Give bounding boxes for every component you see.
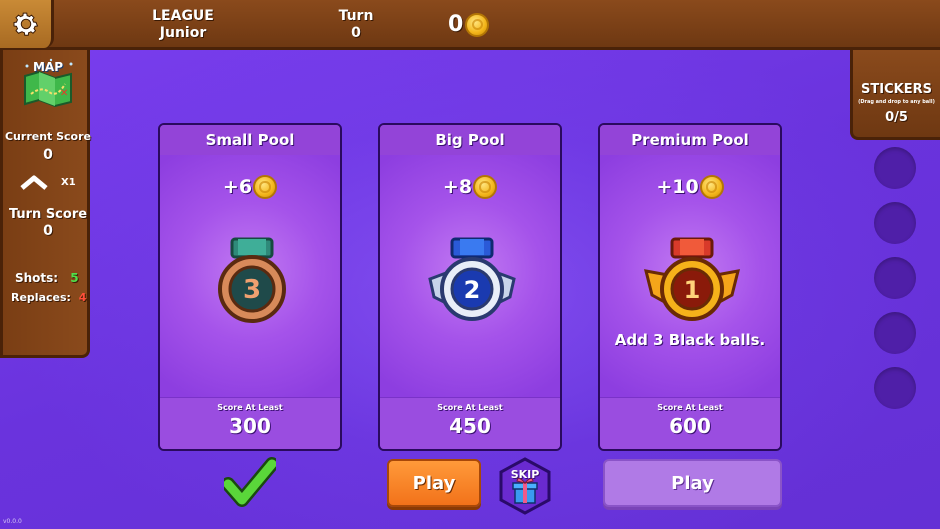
coin-icon xyxy=(465,12,490,37)
replaces-value: 4 xyxy=(78,291,87,304)
shots-label: Shots: xyxy=(15,271,59,285)
map-button[interactable]: ✕ MAP xyxy=(21,58,75,108)
bronze-medal-icon: 3 xyxy=(218,237,286,323)
shots-row: Shots: 5 xyxy=(15,271,79,285)
turn-info: Turn 0 xyxy=(326,8,386,42)
medal-rank: 1 xyxy=(684,276,701,304)
current-score-value: 0 xyxy=(43,147,53,163)
pool-card-premium[interactable]: Premium Pool +10 1 Add 3 Black balls. Sc… xyxy=(598,123,782,451)
replaces-row: Replaces: 4 xyxy=(11,291,86,304)
settings-button[interactable] xyxy=(0,0,54,48)
play-big-pool-button[interactable]: Play xyxy=(387,459,481,507)
sticker-slot[interactable] xyxy=(874,257,916,299)
gold-medal-icon: 1 xyxy=(643,237,741,321)
skip-button[interactable]: SKIP xyxy=(498,457,552,515)
pool-card-big[interactable]: Big Pool +8 2 Score At Least 450 xyxy=(378,123,562,451)
sticker-slot[interactable] xyxy=(874,367,916,409)
medal-rank: 3 xyxy=(243,275,261,305)
coin-icon xyxy=(699,175,724,199)
pool-reward: +6 xyxy=(160,175,340,199)
pool-card-small[interactable]: Small Pool +6 3 Score At Least 300 xyxy=(158,123,342,451)
sticker-slot[interactable] xyxy=(874,312,916,354)
pool-reward: +8 xyxy=(380,175,560,199)
multiplier: X1 xyxy=(19,174,79,192)
score-value: 450 xyxy=(449,414,491,438)
league-value: Junior xyxy=(159,25,207,41)
pool-requirement: Score At Least 300 xyxy=(160,397,340,449)
map-label: MAP xyxy=(32,60,64,74)
score-label: Score At Least xyxy=(217,403,283,412)
turn-value: 0 xyxy=(351,25,361,41)
pool-description: Add 3 Black balls. xyxy=(614,331,766,349)
stickers-panel: STICKERS (Drag and drop to any ball) 0/5 xyxy=(850,50,940,140)
stickers-count: 0/5 xyxy=(885,110,908,125)
score-value: 600 xyxy=(669,414,711,438)
stickers-title: STICKERS xyxy=(861,82,932,97)
turn-label: Turn xyxy=(338,8,374,24)
reward-amount: +6 xyxy=(222,176,253,198)
version-label: v0.0.0 xyxy=(3,518,22,525)
coin-icon xyxy=(473,175,498,199)
turn-score-value: 0 xyxy=(43,223,53,239)
gear-icon xyxy=(13,12,38,36)
sticker-slot[interactable] xyxy=(874,202,916,244)
skip-label: SKIP xyxy=(510,468,540,481)
chevron-up-icon xyxy=(20,175,48,190)
score-value: 300 xyxy=(229,414,271,438)
medal-rank: 2 xyxy=(464,276,481,304)
turn-score-label: Turn Score xyxy=(8,207,88,222)
league-info: LEAGUE Junior xyxy=(148,8,218,42)
score-panel: ✕ MAP Current Score 0 X1 Turn Score 0 Sh… xyxy=(0,50,92,358)
pool-title: Small Pool xyxy=(160,125,340,155)
skip-badge xyxy=(499,457,551,515)
top-bar: LEAGUE Junior Turn 0 0 xyxy=(0,0,940,50)
score-label: Score At Least xyxy=(657,403,723,412)
score-label: Score At Least xyxy=(437,403,503,412)
sticker-slot[interactable] xyxy=(874,147,916,189)
coin-count: 0 xyxy=(448,12,464,37)
pool-requirement: Score At Least 450 xyxy=(380,397,560,449)
silver-medal-icon: 2 xyxy=(428,237,516,321)
reward-amount: +8 xyxy=(442,176,473,198)
current-score-label: Current Score xyxy=(4,130,92,143)
pool-reward: +10 xyxy=(600,175,780,199)
svg-text:✕: ✕ xyxy=(60,88,68,99)
stickers-hint: (Drag and drop to any ball) xyxy=(858,99,935,105)
shots-value: 5 xyxy=(70,271,79,285)
coin-counter: 0 xyxy=(448,12,490,37)
play-premium-pool-button[interactable]: Play xyxy=(603,459,782,507)
pool-title: Premium Pool xyxy=(600,125,780,155)
checkmark-icon xyxy=(224,457,276,507)
pool-requirement: Score At Least 600 xyxy=(600,397,780,449)
league-label: LEAGUE xyxy=(152,8,214,24)
pool-title: Big Pool xyxy=(380,125,560,155)
reward-amount: +10 xyxy=(656,176,699,198)
multiplier-value: X1 xyxy=(61,177,76,188)
replaces-label: Replaces: xyxy=(11,291,71,304)
coin-icon xyxy=(253,175,278,199)
